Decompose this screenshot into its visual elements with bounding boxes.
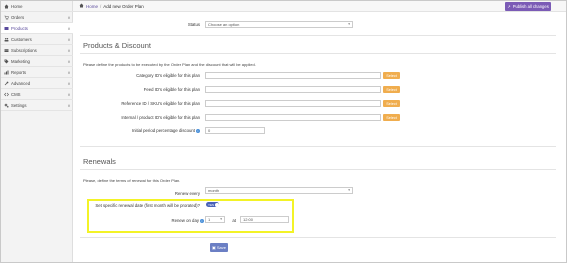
- sidebar-item-cms[interactable]: CMS ∨: [1, 89, 73, 100]
- renew-every-select[interactable]: month ▾: [205, 187, 353, 194]
- renew-on-day-label: Renew on day i: [150, 218, 204, 223]
- internal-ids-select-button[interactable]: Select: [383, 114, 400, 121]
- top-bar: Home / Add new Order Plan ↗ Publish all …: [73, 1, 566, 12]
- tag-icon: [1, 59, 11, 64]
- breadcrumb-home-link[interactable]: Home: [86, 4, 98, 9]
- sidebar-item-label: Customers: [11, 36, 32, 42]
- sidebar-item-label: Reports: [11, 69, 27, 75]
- divider: [80, 146, 556, 147]
- sidebar-item-home[interactable]: Home: [1, 1, 73, 12]
- reference-ids-input[interactable]: [205, 100, 381, 107]
- initial-discount-label-text: Initial period percentage discount: [131, 128, 195, 133]
- products-section-title: Products & Discount: [83, 41, 151, 50]
- sidebar-item-label: CMS: [11, 91, 21, 97]
- specific-renewal-date-label: Set specific renewal date (first month w…: [95, 203, 200, 208]
- category-ids-label: Category ID's eligible for this plan: [136, 73, 200, 78]
- chevron-down-icon: ∨: [67, 25, 71, 31]
- category-ids-input[interactable]: [205, 72, 381, 79]
- sidebar-item-label: Settings: [11, 102, 27, 108]
- sidebar-item-customers[interactable]: Customers ∨: [1, 34, 73, 45]
- publish-all-changes-button[interactable]: ↗ Publish all changes: [505, 2, 551, 11]
- cart-icon: [1, 15, 11, 20]
- chevron-down-icon: ▾: [348, 22, 350, 26]
- toggle-knob: [214, 202, 219, 207]
- wrench-icon: [1, 81, 11, 86]
- divider: [80, 169, 556, 170]
- sidebar-item-advanced[interactable]: Advanced ∨: [1, 78, 73, 89]
- breadcrumb-current: Add new Order Plan: [103, 3, 144, 9]
- sidebar-item-subscriptions[interactable]: Subscriptions ∨: [1, 45, 73, 56]
- info-icon[interactable]: i: [200, 218, 204, 223]
- specific-renewal-date-toggle[interactable]: YES: [206, 202, 219, 207]
- sidebar-item-label: Subscriptions: [11, 47, 37, 53]
- chevron-down-icon: ▾: [220, 217, 222, 221]
- sidebar: Home Orders ∨ Products ∨ Customers ∨ Sub…: [1, 1, 73, 262]
- sidebar-item-settings[interactable]: Settings ∨: [1, 100, 73, 111]
- breadcrumb: Home / Add new Order Plan: [73, 3, 144, 9]
- status-select-value: Choose an option: [208, 22, 240, 27]
- chart-icon: [1, 70, 11, 75]
- renew-every-value: month: [208, 188, 220, 193]
- chevron-down-icon: ∨: [67, 102, 71, 108]
- sidebar-item-label: Orders: [11, 14, 25, 20]
- reference-ids-label: Reference ID / SKU's eligible for this p…: [121, 101, 200, 106]
- renew-day-select[interactable]: 1 ▾: [205, 216, 225, 223]
- box-icon: [1, 26, 11, 31]
- sidebar-item-label: Products: [11, 25, 28, 31]
- breadcrumb-separator: /: [100, 3, 102, 9]
- save-label: Save: [216, 245, 226, 250]
- chevron-down-icon: ∨: [67, 69, 71, 75]
- publish-icon: ↗: [507, 4, 511, 9]
- initial-discount-label: Initial period percentage discount i: [90, 128, 200, 133]
- chevron-down-icon: ▾: [348, 188, 350, 192]
- divider: [80, 237, 556, 238]
- sidebar-item-label: Advanced: [11, 80, 31, 86]
- chevron-down-icon: ∨: [67, 47, 71, 53]
- feed-ids-label: Feed ID's eligible for this plan: [143, 87, 200, 92]
- home-icon: [1, 4, 11, 9]
- sidebar-item-reports[interactable]: Reports ∨: [1, 67, 73, 78]
- feed-ids-input[interactable]: [205, 86, 381, 93]
- code-icon: [1, 92, 11, 97]
- renewals-section-title: Renewals: [83, 157, 116, 166]
- renew-time-input[interactable]: 12:00: [240, 216, 289, 223]
- toggle-text: YES: [208, 202, 215, 207]
- divider: [80, 53, 556, 54]
- initial-discount-input[interactable]: 0: [205, 127, 265, 134]
- internal-ids-label: Internal / product ID's eligible for thi…: [121, 115, 200, 120]
- chevron-down-icon: ∨: [67, 91, 71, 97]
- publish-label: Publish all changes: [512, 4, 549, 9]
- status-select[interactable]: Choose an option ▾: [205, 21, 353, 28]
- reference-ids-select-button[interactable]: Select: [383, 100, 400, 107]
- status-label: Status: [187, 22, 200, 27]
- users-icon: [1, 37, 11, 42]
- chevron-down-icon: ∨: [67, 80, 71, 86]
- renew-every-label: Renew every: [174, 191, 200, 196]
- sidebar-item-label: Home: [11, 3, 23, 9]
- divider: [80, 35, 556, 36]
- save-button[interactable]: ▣ Save: [210, 243, 228, 252]
- save-icon: ▣: [212, 245, 216, 250]
- at-label: at: [232, 218, 236, 223]
- gears-icon: [1, 103, 11, 108]
- info-icon[interactable]: i: [196, 128, 200, 133]
- chevron-down-icon: ∨: [67, 58, 71, 64]
- sidebar-item-orders[interactable]: Orders ∨: [1, 12, 73, 23]
- products-section-description: Please define the products to be execute…: [83, 62, 256, 67]
- sidebar-item-label: Marketing: [11, 58, 30, 64]
- category-ids-select-button[interactable]: Select: [383, 72, 400, 79]
- feed-ids-select-button[interactable]: Select: [383, 86, 400, 93]
- sidebar-item-products[interactable]: Products ∨: [1, 23, 73, 34]
- home-icon[interactable]: [79, 3, 84, 9]
- renewals-section-description: Please, define the terms of renewal for …: [83, 178, 181, 183]
- renew-day-value: 1: [208, 217, 211, 222]
- renew-on-day-label-text: Renew on day: [171, 218, 199, 223]
- chevron-down-icon: ∨: [67, 36, 71, 42]
- chevron-down-icon: ∨: [67, 14, 71, 20]
- sidebar-item-marketing[interactable]: Marketing ∨: [1, 56, 73, 67]
- card-icon: [1, 48, 11, 53]
- internal-ids-input[interactable]: [205, 114, 381, 121]
